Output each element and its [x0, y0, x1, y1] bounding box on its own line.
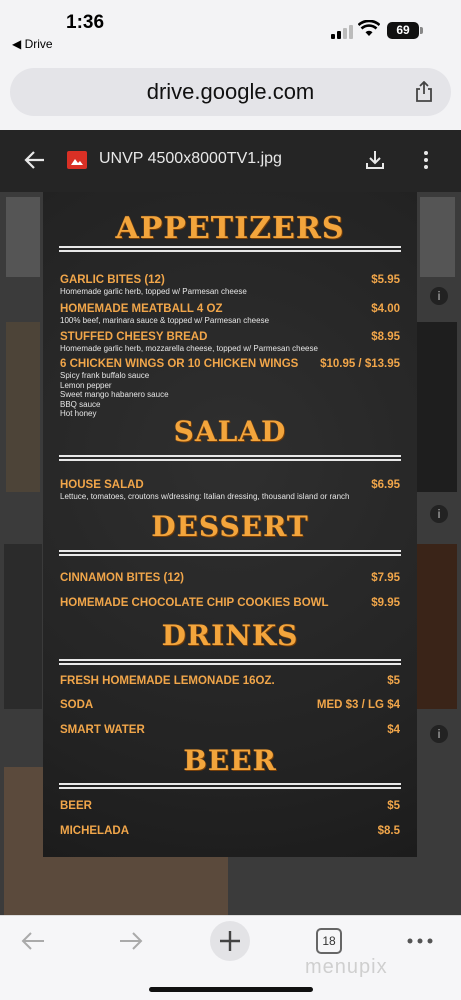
menu-item-description: 100% beef, marinara sauce & topped w/ Pa…: [60, 316, 270, 325]
back-to-drive-link[interactable]: ◀ Drive: [12, 37, 53, 51]
menu-item-name: HOUSE SALAD: [60, 479, 144, 491]
file-thumbnail: [417, 322, 457, 492]
menu-image: APPETIZERS GARLIC BITES (12) $5.95 Homem…: [43, 192, 417, 857]
nav-forward-icon[interactable]: [118, 928, 144, 954]
file-thumbnail: [4, 544, 42, 709]
menu-item-name: HOMEMADE MEATBALL 4 OZ: [60, 303, 223, 315]
section-title-drinks: DRINKS: [161, 619, 299, 652]
menu-item-description: Lettuce, tomatoes, croutons w/dressing: …: [60, 492, 350, 501]
status-time: 1:36: [66, 12, 105, 33]
file-thumbnail: [6, 197, 40, 277]
url-text: drive.google.com: [146, 79, 315, 104]
image-file-icon: [67, 151, 87, 169]
info-icon[interactable]: i: [430, 725, 448, 743]
section-title-beer: BEER: [183, 744, 277, 777]
file-name: UNVP 4500x8000TV1.jpg: [99, 150, 282, 167]
section-divider: [59, 455, 401, 461]
menu-item-name: HOMEMADE CHOCOLATE CHIP COOKIES BOWL: [60, 597, 329, 609]
battery-tip: [420, 27, 423, 34]
menu-item-price: $5: [387, 800, 400, 812]
tab-switcher-button[interactable]: 18: [316, 928, 342, 954]
menu-item-name: 6 CHICKEN WINGS OR 10 CHICKEN WINGS: [60, 358, 299, 370]
viewer-toolbar: UNVP 4500x8000TV1.jpg: [0, 130, 461, 192]
menu-item-description: Homemade garlic herb, topped w/ Parmesan…: [60, 287, 247, 296]
menu-item-price: $10.95 / $13.95: [320, 358, 400, 370]
menu-item-name: BEER: [60, 800, 92, 812]
battery-icon: 69: [387, 22, 419, 39]
nav-back-icon[interactable]: [20, 928, 46, 954]
section-title-dessert: DESSERT: [151, 510, 309, 543]
address-bar[interactable]: drive.google.com: [10, 68, 451, 116]
menu-item-price: $8.5: [377, 825, 400, 837]
home-indicator: [149, 987, 313, 992]
menu-item-description: Homemade garlic herb, mozzarella cheese,…: [60, 344, 318, 353]
info-icon[interactable]: i: [430, 287, 448, 305]
menu-item-price: $5.95: [371, 274, 400, 286]
more-vert-icon[interactable]: [419, 149, 433, 171]
info-icon[interactable]: i: [430, 505, 448, 523]
plus-icon: [220, 931, 240, 951]
menu-item-price: $9.95: [371, 597, 400, 609]
section-divider: [59, 659, 401, 665]
share-icon[interactable]: [414, 81, 434, 103]
menu-item-name: CINNAMON BITES (12): [60, 572, 184, 584]
menu-item-price: $4: [387, 724, 400, 736]
section-title-salad: SALAD: [173, 415, 287, 448]
file-thumbnail: [420, 197, 455, 277]
menu-item-price: $8.95: [371, 331, 400, 343]
menu-item-price: $7.95: [371, 572, 400, 584]
image-viewer: i i i UNVP 4500x8000TV1.jpg APPETIZERS G…: [0, 130, 461, 915]
wifi-icon: [358, 20, 380, 36]
menu-item-name: STUFFED CHEESY BREAD: [60, 331, 208, 343]
status-bar: 1:36 ◀ Drive 69: [0, 0, 461, 62]
browser-toolbar: 18 menupix: [0, 915, 461, 1000]
signal-icon: [331, 25, 353, 39]
menu-item-price: $6.95: [371, 479, 400, 491]
menu-item-name: FRESH HOMEMADE LEMONADE 16OZ.: [60, 675, 275, 687]
menu-item-description: Spicy frank buffalo sauce Lemon pepper S…: [60, 371, 169, 418]
new-tab-button[interactable]: [210, 921, 250, 961]
menu-item-name: SMART WATER: [60, 724, 145, 736]
file-thumbnail: [417, 544, 457, 709]
watermark: menupix: [305, 956, 388, 978]
download-icon[interactable]: [364, 149, 386, 171]
arrow-left-icon[interactable]: [24, 149, 46, 171]
file-thumbnail: [6, 322, 40, 492]
section-divider: [59, 246, 401, 252]
section-divider: [59, 783, 401, 789]
menu-item-price: MED $3 / LG $4: [316, 699, 400, 711]
section-divider: [59, 550, 401, 556]
menu-item-price: $5: [387, 675, 400, 687]
section-title-appetizers: APPETIZERS: [115, 211, 345, 246]
menu-item-name: MICHELADA: [60, 825, 129, 837]
menu-item-name: GARLIC BITES (12): [60, 274, 165, 286]
menu-item-name: SODA: [60, 699, 94, 711]
menu-item-price: $4.00: [371, 303, 400, 315]
more-horiz-icon[interactable]: [406, 928, 434, 954]
